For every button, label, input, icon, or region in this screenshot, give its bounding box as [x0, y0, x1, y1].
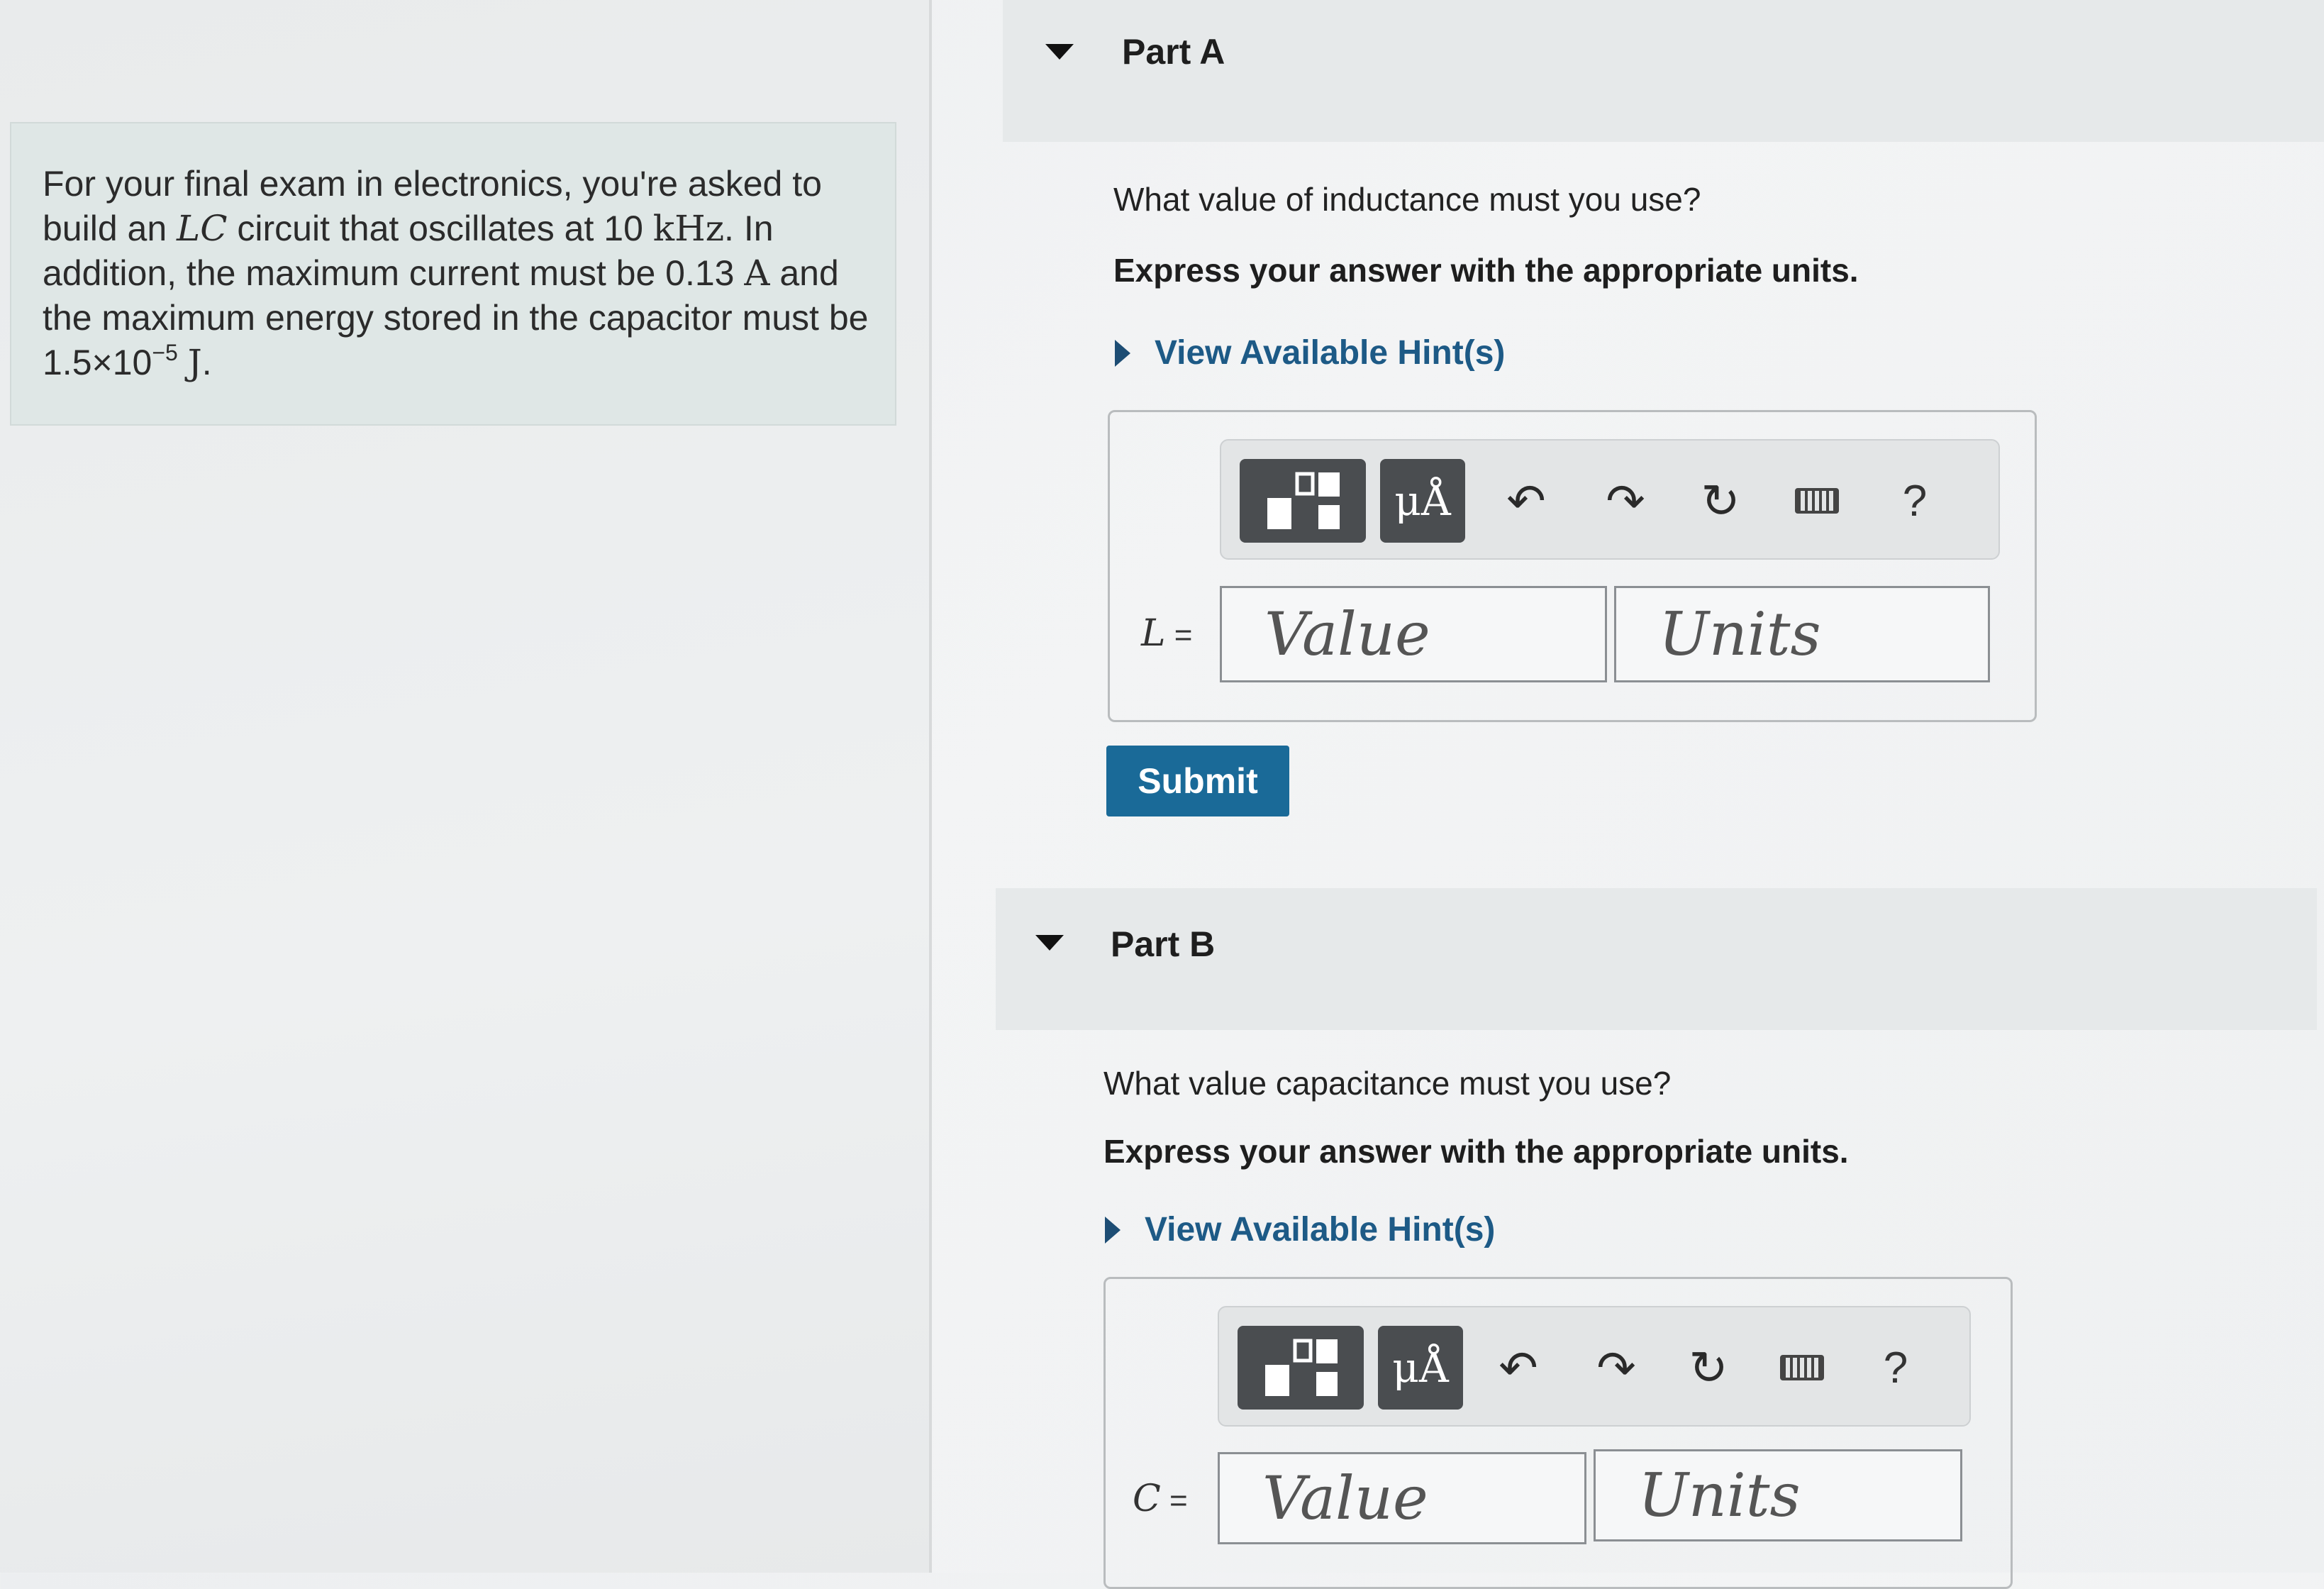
templates-icon[interactable]	[1238, 1326, 1364, 1410]
problem-text-2: circuit that oscillates at 10	[227, 209, 653, 248]
help-icon[interactable]: ?	[1860, 1326, 1931, 1410]
part-b-units-input[interactable]	[1594, 1449, 1962, 1541]
part-b-question: What value capacitance must you use?	[1103, 1065, 1672, 1102]
part-b-title[interactable]: Part B	[1111, 924, 1215, 965]
expand-arrow-icon	[1115, 339, 1130, 367]
amp-unit: A	[744, 253, 770, 294]
part-b-hints-link[interactable]: View Available Hint(s)	[1105, 1210, 1495, 1249]
part-a-value-input[interactable]	[1220, 586, 1607, 682]
joule-unit: J	[187, 342, 202, 383]
part-b-value-input[interactable]	[1218, 1452, 1586, 1544]
help-icon[interactable]: ?	[1879, 459, 1950, 543]
problem-statement-box: For your final exam in electronics, you'…	[10, 122, 896, 426]
problem-pane: For your final exam in electronics, you'…	[0, 0, 929, 1573]
part-a-question: What value of inductance must you use?	[1113, 181, 1701, 218]
part-b-math-toolbar: μÅ ↶ ↷ ↻ ?	[1218, 1306, 1971, 1427]
part-a-hints-label: View Available Hint(s)	[1155, 334, 1506, 372]
part-a-answer-box: μÅ ↶ ↷ ↻ ? L =	[1108, 410, 2037, 722]
part-b-hints-label: View Available Hint(s)	[1145, 1211, 1496, 1248]
problem-text: For your final exam in electronics, you'…	[43, 162, 879, 385]
part-b-answer-box: μÅ ↶ ↷ ↻ ? C =	[1103, 1277, 2013, 1589]
part-a-instruction: Express your answer with the appropriate…	[1113, 252, 1859, 289]
khz-unit: kHz	[652, 208, 725, 249]
part-a-hints-link[interactable]: View Available Hint(s)	[1115, 333, 1505, 372]
undo-icon[interactable]: ↶	[1491, 459, 1562, 543]
expand-arrow-icon	[1105, 1216, 1121, 1244]
part-a-units-input[interactable]	[1614, 586, 1990, 682]
units-icon[interactable]: μÅ	[1380, 459, 1465, 543]
part-a-variable-label: L =	[1141, 612, 1193, 655]
lc-symbol: LC	[177, 208, 228, 249]
templates-icon[interactable]	[1240, 459, 1366, 543]
part-a-math-toolbar: μÅ ↶ ↷ ↻ ?	[1220, 439, 2000, 560]
keyboard-icon[interactable]	[1781, 459, 1852, 543]
problem-text-5: .	[201, 343, 212, 382]
part-b-variable-label: C =	[1133, 1478, 1188, 1520]
redo-icon[interactable]: ↷	[1581, 1326, 1652, 1410]
submit-button[interactable]: Submit	[1106, 746, 1289, 816]
reset-icon[interactable]: ↻	[1673, 1326, 1744, 1410]
reset-icon[interactable]: ↻	[1685, 459, 1756, 543]
redo-icon[interactable]: ↷	[1590, 459, 1661, 543]
keyboard-icon[interactable]	[1767, 1326, 1837, 1410]
units-icon[interactable]: μÅ	[1378, 1326, 1463, 1410]
part-a-collapse-icon[interactable]	[1045, 44, 1074, 60]
part-b-collapse-icon[interactable]	[1035, 935, 1064, 951]
undo-icon[interactable]: ↶	[1483, 1326, 1554, 1410]
part-a-title[interactable]: Part A	[1122, 31, 1225, 72]
questions-pane: Part A What value of inductance must you…	[932, 0, 2324, 1589]
part-b-instruction: Express your answer with the appropriate…	[1103, 1133, 1849, 1170]
exponent: −5	[152, 340, 178, 365]
